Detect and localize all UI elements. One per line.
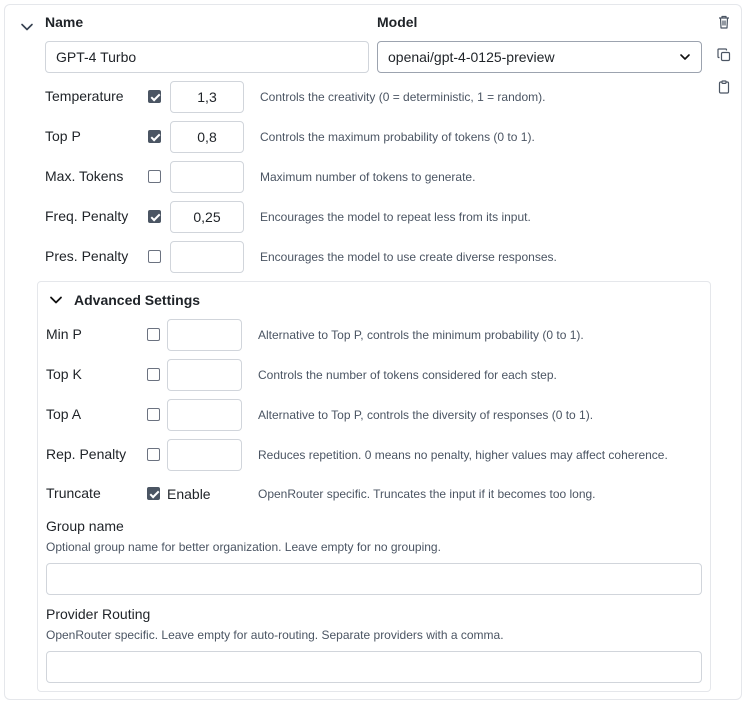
param-value-input[interactable] [170, 121, 244, 153]
param-checkbox[interactable] [147, 408, 160, 421]
param-checkbox[interactable] [147, 328, 160, 341]
trash-icon[interactable] [716, 14, 732, 30]
copy-icon[interactable] [716, 47, 732, 63]
truncate-checkbox[interactable] [147, 487, 160, 500]
param-checkbox[interactable] [147, 448, 160, 461]
group-name-description: Optional group name for better organizat… [46, 540, 441, 554]
param-label: Rep. Penalty [46, 446, 127, 462]
param-label: Top P [45, 128, 81, 144]
group-name-label: Group name [46, 518, 124, 534]
param-label: Top K [46, 366, 82, 382]
provider-routing-description: OpenRouter specific. Leave empty for aut… [46, 628, 504, 642]
param-value-input[interactable] [167, 399, 242, 431]
param-label: Temperature [45, 88, 124, 104]
param-checkbox[interactable] [148, 130, 161, 143]
truncate-description: OpenRouter specific. Truncates the input… [258, 487, 596, 501]
model-select-value: openai/gpt-4-0125-preview [388, 49, 555, 65]
param-label: Max. Tokens [45, 168, 124, 184]
param-description: Encourages the model to repeat less from… [260, 210, 531, 224]
param-checkbox[interactable] [148, 210, 161, 223]
truncate-label: Truncate [46, 485, 101, 501]
param-description: Controls the creativity (0 = determinist… [260, 90, 546, 104]
chevron-down-icon[interactable] [19, 19, 35, 35]
param-label: Top A [46, 406, 82, 422]
group-name-input[interactable] [46, 563, 702, 595]
truncate-enable-label[interactable]: Enable [167, 486, 211, 502]
param-label: Min P [46, 326, 82, 342]
chevron-down-icon[interactable] [48, 292, 64, 308]
advanced-settings-panel: Advanced Settings Min P Alternative to T… [37, 281, 711, 692]
param-checkbox[interactable] [148, 250, 161, 263]
param-description: Reduces repetition. 0 means no penalty, … [258, 448, 668, 462]
param-description: Alternative to Top P, controls the diver… [258, 408, 594, 422]
param-value-input[interactable] [167, 359, 242, 391]
model-label: Model [377, 14, 418, 30]
provider-routing-input[interactable] [46, 651, 702, 683]
param-value-input[interactable] [170, 201, 244, 233]
param-description: Maximum number of tokens to generate. [260, 170, 476, 184]
advanced-settings-title[interactable]: Advanced Settings [74, 292, 200, 308]
param-description: Encourages the model to use create diver… [260, 250, 557, 264]
param-value-input[interactable] [167, 439, 242, 471]
param-value-input[interactable] [170, 161, 244, 193]
name-input[interactable] [45, 41, 369, 73]
param-description: Controls the maximum probability of toke… [260, 130, 535, 144]
param-label: Freq. Penalty [45, 208, 129, 224]
clipboard-icon[interactable] [716, 79, 732, 95]
param-checkbox[interactable] [147, 368, 160, 381]
param-checkbox[interactable] [148, 170, 161, 183]
param-value-input[interactable] [170, 81, 244, 113]
param-description: Alternative to Top P, controls the minim… [258, 328, 584, 342]
param-description: Controls the number of tokens considered… [258, 368, 557, 382]
model-select[interactable]: openai/gpt-4-0125-preview [377, 41, 702, 73]
name-label: Name [45, 14, 84, 30]
model-config-card: Name Model openai/gpt-4-0125-preview Tem… [4, 4, 742, 700]
param-value-input[interactable] [167, 319, 242, 351]
provider-routing-label: Provider Routing [46, 606, 151, 622]
param-label: Pres. Penalty [45, 248, 129, 264]
chevron-down-icon [680, 54, 690, 60]
param-value-input[interactable] [170, 241, 244, 273]
param-checkbox[interactable] [148, 90, 161, 103]
